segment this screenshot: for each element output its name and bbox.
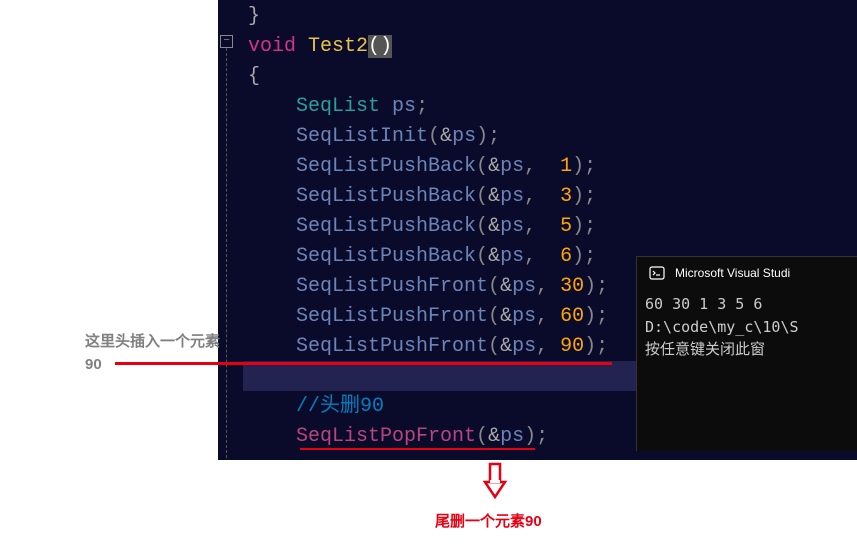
code-paren: (: [476, 425, 488, 448]
code-paren: ): [380, 35, 392, 58]
code-var: ps: [392, 95, 416, 118]
code-amp: &: [500, 305, 512, 328]
arrow-down-icon: [480, 462, 510, 500]
code-var: ps: [512, 305, 536, 328]
code-paren: ): [584, 305, 596, 328]
code-paren: ): [572, 245, 584, 268]
code-comma: ,: [536, 275, 548, 298]
console-title: Microsoft Visual Studi: [675, 266, 790, 280]
code-number: 1: [560, 155, 572, 178]
code-var: ps: [500, 245, 524, 268]
code-type: SeqList: [296, 95, 380, 118]
code-comma: ,: [524, 185, 536, 208]
code-func-call: SeqListPushFront: [296, 305, 488, 328]
code-number: 60: [560, 305, 584, 328]
code-semi: ;: [584, 155, 596, 178]
code-var: ps: [512, 275, 536, 298]
code-amp: &: [488, 185, 500, 208]
code-paren: (: [488, 305, 500, 328]
code-number: 90: [560, 335, 584, 358]
code-semi: ;: [596, 335, 608, 358]
code-amp: &: [500, 335, 512, 358]
code-semi: ;: [536, 425, 548, 448]
code-func-call: SeqListPushBack: [296, 185, 476, 208]
code-paren: (: [488, 335, 500, 358]
code-semi: ;: [596, 275, 608, 298]
code-amp: &: [488, 215, 500, 238]
editor-gutter: −: [218, 5, 240, 455]
console-titlebar[interactable]: Microsoft Visual Studi: [637, 257, 857, 289]
code-comma: ,: [524, 155, 536, 178]
code-semi: ;: [584, 245, 596, 268]
code-var: ps: [500, 425, 524, 448]
fold-guide-line: [226, 48, 227, 458]
code-func-call: SeqListPushFront: [296, 335, 488, 358]
code-paren: ): [476, 125, 488, 148]
code-comma: ,: [524, 245, 536, 268]
code-func-call: SeqListPushBack: [296, 215, 476, 238]
code-token: }: [248, 5, 260, 28]
code-paren: (: [476, 185, 488, 208]
code-semi: ;: [584, 185, 596, 208]
code-paren: (: [368, 35, 380, 58]
code-semi: ;: [596, 305, 608, 328]
code-paren: ): [572, 155, 584, 178]
terminal-icon: [649, 265, 665, 281]
code-paren: (: [428, 125, 440, 148]
code-func-call: SeqListPushBack: [296, 245, 476, 268]
console-line: D:\code\my_c\10\S: [645, 318, 799, 336]
code-paren: ): [584, 275, 596, 298]
code-number: 5: [560, 215, 572, 238]
code-var: ps: [512, 335, 536, 358]
code-number: 30: [560, 275, 584, 298]
code-paren: (: [476, 155, 488, 178]
code-func-call: SeqListPushFront: [296, 275, 488, 298]
code-var: ps: [500, 155, 524, 178]
code-comma: ,: [536, 305, 548, 328]
code-semi: ;: [416, 95, 428, 118]
code-amp: &: [488, 425, 500, 448]
code-brace: {: [248, 65, 260, 88]
code-semi: ;: [488, 125, 500, 148]
code-comment: //头删90: [296, 395, 384, 418]
console-window[interactable]: Microsoft Visual Studi 60 30 1 3 5 6 D:\…: [636, 256, 857, 451]
code-paren: (: [488, 275, 500, 298]
code-number: 3: [560, 185, 572, 208]
annotation-bottom: 尾删一个元素90: [435, 510, 542, 531]
code-keyword: void: [248, 35, 296, 58]
code-comma: ,: [524, 215, 536, 238]
annotation-left-line2: 90: [85, 356, 102, 373]
code-paren: ): [584, 335, 596, 358]
code-number: 6: [560, 245, 572, 268]
code-paren: ): [572, 215, 584, 238]
red-underline-top: [115, 362, 612, 365]
code-amp: &: [500, 275, 512, 298]
code-amp: &: [488, 245, 500, 268]
code-var: ps: [452, 125, 476, 148]
code-func-call: SeqListPushBack: [296, 155, 476, 178]
code-content: } void Test2() { SeqList ps; SeqListInit…: [248, 2, 608, 452]
console-line: 60 30 1 3 5 6: [645, 295, 762, 313]
code-semi: ;: [584, 215, 596, 238]
code-paren: ): [572, 185, 584, 208]
red-underline-bottom: [300, 448, 535, 450]
code-amp: &: [440, 125, 452, 148]
code-amp: &: [488, 155, 500, 178]
console-output: 60 30 1 3 5 6 D:\code\my_c\10\S 按任意键关闭此窗: [637, 289, 857, 365]
code-paren: (: [476, 245, 488, 268]
annotation-left: 这里头插入一个元素: [85, 331, 220, 354]
code-comma: ,: [536, 335, 548, 358]
code-func-call: SeqListPopFront: [296, 425, 476, 448]
code-paren: ): [524, 425, 536, 448]
fold-toggle[interactable]: −: [220, 35, 233, 48]
console-line: 按任意键关闭此窗: [645, 340, 765, 358]
code-var: ps: [500, 215, 524, 238]
code-paren: (: [476, 215, 488, 238]
code-func-name: Test2: [308, 35, 368, 58]
code-func-call: SeqListInit: [296, 125, 428, 148]
code-var: ps: [500, 185, 524, 208]
